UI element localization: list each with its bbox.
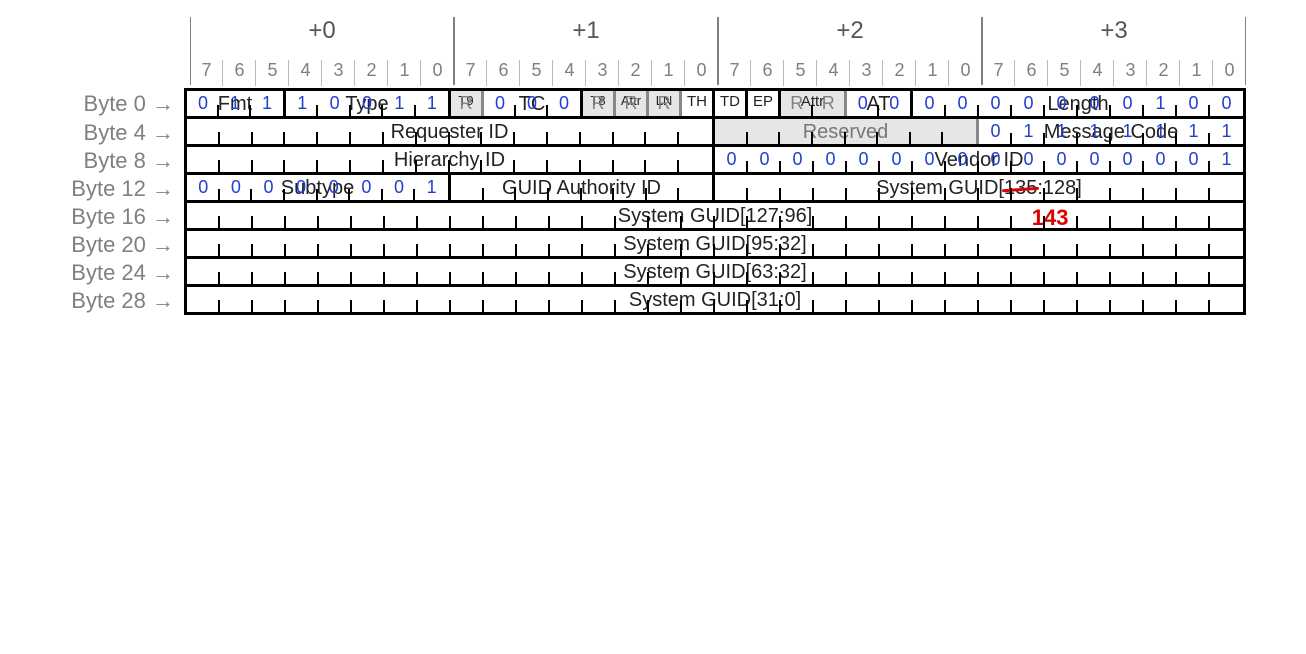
field-ln: LN R — [649, 91, 682, 116]
field-t9: T9 R — [451, 91, 484, 116]
field-reserved: Reserved — [715, 119, 979, 144]
byte-header-0: +0 — [190, 17, 454, 45]
row-byte-24: Byte 24 → System GUID[63:32] — [60, 259, 1246, 287]
field-th: TH — [682, 91, 715, 116]
field-fmt: Fmt 011 — [187, 91, 286, 116]
row-byte-12: Byte 12 → Subtype 00000001 GUID Authorit… — [60, 175, 1246, 203]
row-byte-28: Byte 28 → System GUID[31:0] — [60, 287, 1246, 315]
row-label: Byte 8 → — [60, 147, 184, 175]
field-hierarchy-id: Hierarchy ID — [187, 147, 715, 172]
byte-header-3: +3 — [982, 17, 1246, 45]
row-label: Byte 28 → — [60, 287, 184, 315]
byte-offset-header: +0 +1 +2 +3 — [60, 10, 1246, 52]
field-system-guid-95-32: System GUID[95:32] — [187, 231, 1243, 256]
field-system-guid-135-128: System GUID[135:128] 143 — [715, 175, 1243, 200]
field-length: Length 0000000100 — [913, 91, 1243, 116]
field-guid-authority-id: GUID Authority ID — [451, 175, 715, 200]
row-label: Byte 20 → — [60, 231, 184, 259]
packet-layout-diagram: +0 +1 +2 +3 7654321076543210765432107654… — [60, 10, 1246, 315]
bit-index-header: 76543210765432107654321076543210 — [60, 52, 1246, 88]
row-label: Byte 4 → — [60, 119, 184, 147]
field-requester-id: Requester ID — [187, 119, 715, 144]
field-system-guid-127-96: System GUID[127:96] — [187, 203, 1243, 228]
field-tc: TC 000 — [484, 91, 583, 116]
field-at: AT 00 — [847, 91, 913, 116]
field-subtype: Subtype 00000001 — [187, 175, 451, 200]
row-label: Byte 12 → — [60, 175, 184, 203]
row-byte-8: Byte 8 → Hierarchy ID Vendor ID 00000000… — [60, 147, 1246, 175]
row-byte-16: Byte 16 → System GUID[127:96] — [60, 203, 1246, 231]
field-system-guid-63-32: System GUID[63:32] — [187, 259, 1243, 284]
byte-header-1: +1 — [454, 17, 718, 45]
row-byte-4: Byte 4 → Requester ID Reserved Message C… — [60, 119, 1246, 147]
field-t8: T8 R — [583, 91, 616, 116]
field-vendor-id: Vendor ID 0000000000000001 — [715, 147, 1243, 172]
row-label: Byte 24 → — [60, 259, 184, 287]
row-byte-0: Byte 0 → Fmt 011 Type 10011 T9 R TC 000 … — [60, 88, 1246, 119]
field-attr-lower: Attr RR — [781, 91, 847, 116]
field-system-guid-31-0: System GUID[31:0] — [187, 287, 1243, 312]
row-byte-20: Byte 20 → System GUID[95:32] — [60, 231, 1246, 259]
field-ep: EP — [748, 91, 781, 116]
field-type: Type 10011 — [286, 91, 451, 116]
byte-header-2: +2 — [718, 17, 982, 45]
row-label: Byte 16 → — [60, 203, 184, 231]
field-td: TD — [715, 91, 748, 116]
field-attr-upper: Attr R — [616, 91, 649, 116]
field-message-code: Message Code 01111111 — [979, 119, 1243, 144]
row-label: Byte 0 → — [60, 88, 184, 119]
